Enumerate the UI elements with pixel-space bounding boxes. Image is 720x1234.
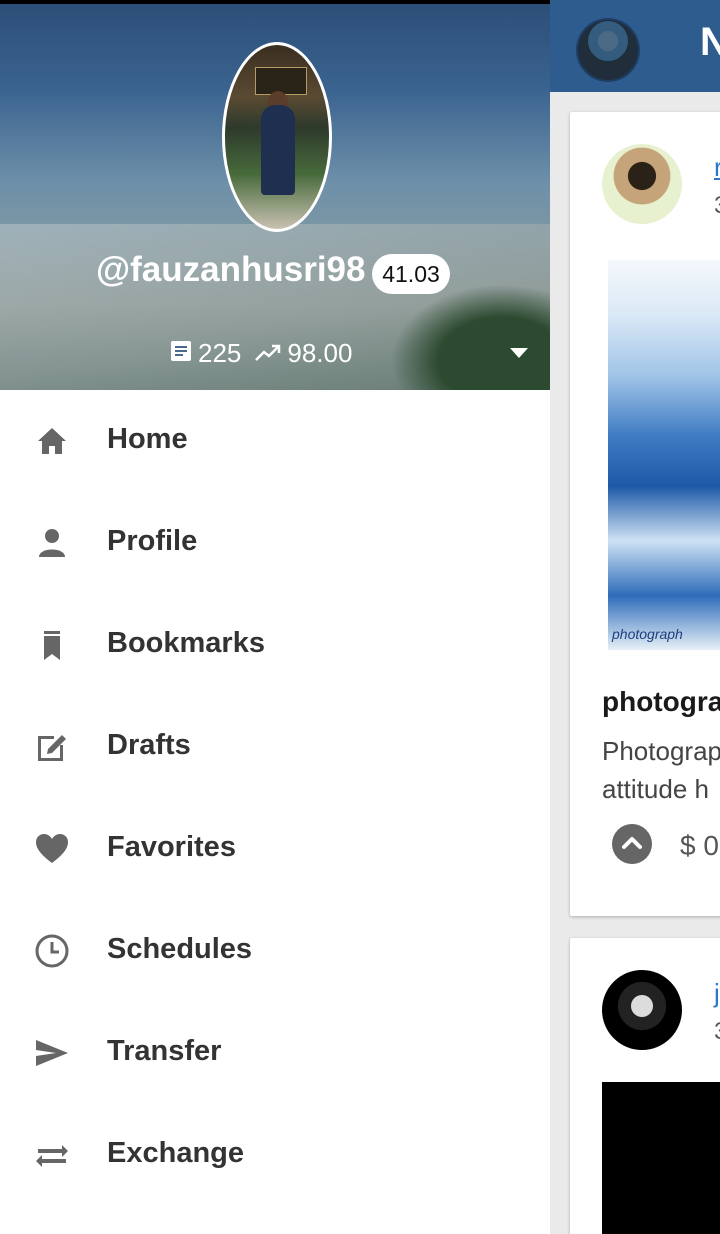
menu-item-profile[interactable]: Profile bbox=[0, 492, 550, 594]
person-icon bbox=[34, 525, 70, 561]
post-card[interactable]: j 3 bbox=[570, 938, 720, 1234]
bookmark-icon bbox=[34, 627, 70, 663]
document-icon bbox=[170, 338, 192, 369]
menu-item-label: Transfer bbox=[107, 1035, 222, 1067]
menu-item-label: Drafts bbox=[107, 729, 191, 761]
navigation-drawer: @fauzanhusri98 41.03 225 98.00 Home Prof… bbox=[0, 0, 550, 1234]
menu-item-label: Bookmarks bbox=[107, 627, 265, 659]
top-avatar[interactable] bbox=[576, 18, 640, 82]
post-image[interactable]: photograph bbox=[608, 260, 720, 650]
author-avatar[interactable] bbox=[602, 144, 682, 224]
feed-panel: N r 3 photograph photogra Photograp atti… bbox=[550, 0, 720, 1234]
feed-top-bar: N bbox=[550, 0, 720, 92]
heart-icon bbox=[34, 831, 70, 867]
upvote-icon[interactable] bbox=[612, 824, 652, 864]
avatar-person-body bbox=[261, 105, 295, 195]
feed-title: N bbox=[700, 20, 720, 64]
send-icon bbox=[34, 1035, 70, 1071]
menu-item-label: Home bbox=[107, 423, 188, 455]
swap-icon bbox=[34, 1137, 70, 1173]
trending-up-icon bbox=[255, 338, 281, 369]
menu-item-bookmarks[interactable]: Bookmarks bbox=[0, 594, 550, 696]
account-stats: 225 98.00 bbox=[170, 338, 366, 369]
post-description-line: Photograp bbox=[602, 736, 720, 766]
image-watermark: photograph bbox=[612, 626, 683, 642]
menu-item-label: Exchange bbox=[107, 1137, 244, 1169]
post-meta: 3 bbox=[714, 192, 720, 220]
header-background-trees bbox=[390, 284, 550, 390]
post-meta: 3 bbox=[714, 1018, 720, 1046]
menu-item-label: Profile bbox=[107, 525, 198, 557]
menu-item-favorites[interactable]: Favorites bbox=[0, 798, 550, 900]
author-name[interactable]: j bbox=[714, 978, 720, 1009]
clock-icon bbox=[34, 933, 70, 969]
menu-item-schedules[interactable]: Schedules bbox=[0, 900, 550, 1002]
post-image[interactable] bbox=[602, 1082, 720, 1234]
profile-avatar[interactable] bbox=[222, 42, 332, 232]
voting-power: 98.00 bbox=[287, 338, 353, 368]
posts-count: 225 bbox=[198, 338, 242, 368]
status-bar-strip bbox=[0, 0, 550, 4]
post-card[interactable]: r 3 photograph photogra Photograp attitu… bbox=[570, 112, 720, 916]
reputation-badge: 41.03 bbox=[372, 254, 450, 294]
edit-icon bbox=[34, 729, 70, 765]
post-title[interactable]: photogra bbox=[602, 686, 720, 718]
payout-amount: $ 0 bbox=[680, 830, 719, 861]
menu-item-label: Schedules bbox=[107, 933, 253, 965]
author-avatar[interactable] bbox=[602, 970, 682, 1050]
author-name[interactable]: r bbox=[714, 152, 720, 183]
menu-item-transfer[interactable]: Transfer bbox=[0, 1002, 550, 1104]
post-description: Photograp attitude h bbox=[602, 732, 720, 808]
menu-item-home[interactable]: Home bbox=[0, 390, 550, 492]
chevron-up-icon bbox=[622, 837, 642, 849]
chevron-down-icon[interactable] bbox=[510, 348, 528, 358]
drawer-header: @fauzanhusri98 41.03 225 98.00 bbox=[0, 4, 550, 390]
menu-item-exchange[interactable]: Exchange bbox=[0, 1104, 550, 1206]
username[interactable]: @fauzanhusri98 bbox=[96, 250, 365, 290]
home-icon bbox=[34, 423, 70, 459]
menu-item-drafts[interactable]: Drafts bbox=[0, 696, 550, 798]
post-description-line: attitude h bbox=[602, 774, 709, 804]
menu-item-label: Favorites bbox=[107, 831, 236, 863]
